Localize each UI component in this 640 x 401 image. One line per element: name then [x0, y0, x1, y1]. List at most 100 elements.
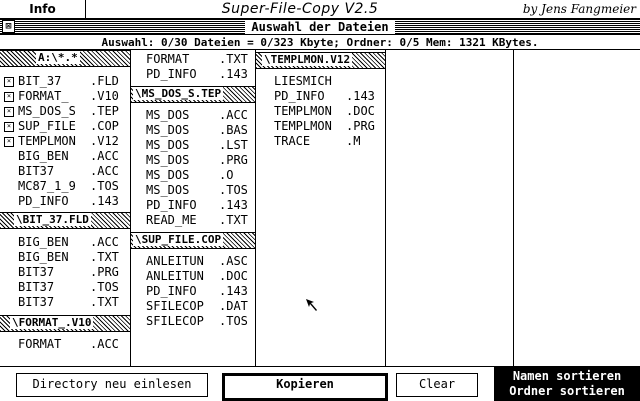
file-item[interactable]: PD_INFO .143: [256, 89, 380, 104]
folder-checkbox-icon[interactable]: ×: [4, 122, 14, 132]
file-extension: .ASC: [219, 254, 248, 268]
folder-item[interactable]: × TEMPLMON .V12: [0, 134, 124, 149]
directory-column-5: [514, 50, 640, 366]
column-header-bit37[interactable]: \BIT_37.FLD: [0, 212, 130, 229]
file-name: BIT37: [18, 295, 55, 309]
column-header-root[interactable]: A:\*.*: [0, 50, 130, 67]
file-extension: .TEP: [90, 104, 119, 118]
file-extension: .143: [90, 194, 119, 208]
file-extension: .ACC: [90, 149, 119, 163]
file-item[interactable]: PD_INFO .143: [131, 67, 255, 82]
file-extension: .ACC: [90, 337, 119, 351]
file-extension: .143: [219, 284, 248, 298]
directory-column-4: [386, 50, 514, 366]
column-header-supfile[interactable]: \SUP_FILE.COP: [131, 232, 255, 249]
file-item[interactable]: ANLEITUN .ASC: [131, 254, 255, 269]
file-item[interactable]: MS_DOS .BAS: [131, 123, 255, 138]
sort-names-option[interactable]: Namen sortieren: [494, 369, 640, 384]
close-icon[interactable]: ⊠: [2, 20, 15, 33]
file-extension: .DAT: [219, 299, 248, 313]
folder-checkbox-icon[interactable]: ×: [4, 77, 14, 87]
file-name: PD_INFO: [18, 194, 69, 208]
copy-button[interactable]: Kopieren: [222, 373, 388, 401]
menu-info[interactable]: Info: [0, 0, 86, 19]
column-header-msdos[interactable]: \MS_DOS_S.TEP: [131, 86, 255, 103]
file-extension: .V10: [90, 89, 119, 103]
file-item[interactable]: PD_INFO .143: [131, 198, 255, 213]
file-extension: .BAS: [219, 123, 248, 137]
folder-checkbox-icon[interactable]: ×: [4, 107, 14, 117]
file-extension: .DOC: [219, 269, 248, 283]
file-item[interactable]: ANLEITUN .DOC: [131, 269, 255, 284]
file-extension: .LST: [219, 138, 248, 152]
file-name: SFILECOP: [146, 299, 204, 313]
file-extension: .143: [219, 67, 248, 81]
file-item[interactable]: MC87_1_9 .TOS: [0, 179, 124, 194]
file-item[interactable]: BIT37 .PRG: [0, 265, 124, 280]
file-item[interactable]: TEMPLMON .PRG: [256, 119, 380, 134]
file-extension: .DOC: [346, 104, 375, 118]
column-header-format[interactable]: \FORMAT_.V10: [0, 315, 130, 332]
file-item[interactable]: BIG_BEN .ACC: [0, 149, 124, 164]
file-name: MS_DOS: [146, 123, 190, 137]
column-header-label: A:\*.*: [36, 51, 80, 64]
file-extension: .TOS: [219, 183, 248, 197]
file-item[interactable]: SFILECOP .TOS: [131, 314, 255, 329]
file-extension: .O: [219, 168, 234, 182]
file-name: FORMAT: [146, 52, 190, 66]
file-name: TRACE: [274, 134, 311, 148]
folder-item[interactable]: × FORMAT_ .V10: [0, 89, 124, 104]
file-name: BIT37: [18, 164, 55, 178]
file-extension: .TOS: [90, 179, 119, 193]
file-item[interactable]: FORMAT .ACC: [0, 337, 124, 352]
app-title: Super-File-Copy V2.5: [221, 1, 379, 17]
reload-directory-button[interactable]: Directory neu einlesen: [16, 373, 208, 397]
file-item[interactable]: PD_INFO .143: [131, 284, 255, 299]
folder-checkbox-icon[interactable]: ×: [4, 92, 14, 102]
directory-column-3: \TEMPLMON.V12 LIESMICH PD_INFO .143 TEMPLMO…: [256, 50, 386, 366]
file-item[interactable]: PD_INFO .143: [0, 194, 124, 209]
folder-item[interactable]: × SUP_FILE .COP: [0, 119, 124, 134]
file-item[interactable]: MS_DOS .LST: [131, 138, 255, 153]
file-name: MC87_1_9: [18, 179, 76, 193]
file-item[interactable]: LIESMICH: [256, 74, 380, 89]
file-item[interactable]: BIT37 .TOS: [0, 280, 124, 295]
file-name: MS_DOS_S: [18, 104, 76, 118]
column-header-templmon[interactable]: \TEMPLMON.V12: [256, 52, 385, 69]
file-name: PD_INFO: [146, 284, 197, 298]
file-item[interactable]: BIT37 .TXT: [0, 295, 124, 310]
file-item[interactable]: MS_DOS .PRG: [131, 153, 255, 168]
file-item[interactable]: BIG_BEN .ACC: [0, 235, 124, 250]
file-name: TEMPLMON: [274, 104, 332, 118]
folder-item[interactable]: × BIT_37 .FLD: [0, 74, 124, 89]
file-name: BIT_37: [18, 74, 62, 88]
file-name: BIG_BEN: [18, 149, 69, 163]
file-name: ANLEITUN: [146, 254, 204, 268]
menu-bar: Info Super-File-Copy V2.5 by Jens Fangme…: [0, 0, 640, 19]
folder-checkbox-icon[interactable]: ×: [4, 137, 14, 147]
file-item[interactable]: TEMPLMON .DOC: [256, 104, 380, 119]
file-item[interactable]: TRACE .M: [256, 134, 380, 149]
file-item[interactable]: MS_DOS .TOS: [131, 183, 255, 198]
file-item[interactable]: MS_DOS .O: [131, 168, 255, 183]
file-item[interactable]: READ_ME .TXT: [131, 213, 255, 228]
file-extension: .143: [346, 89, 375, 103]
file-extension: .V12: [90, 134, 119, 148]
file-item[interactable]: FORMAT .TXT: [131, 52, 255, 67]
file-extension: .PRG: [346, 119, 375, 133]
file-item[interactable]: BIG_BEN .TXT: [0, 250, 124, 265]
window-title-bar[interactable]: ⊠ Auswahl der Dateien: [0, 19, 640, 35]
clear-button[interactable]: Clear: [396, 373, 478, 397]
sort-folders-option[interactable]: Ordner sortieren: [494, 384, 640, 399]
column-header-label: \MS_DOS_S.TEP: [133, 87, 224, 100]
file-name: FORMAT_: [18, 89, 69, 103]
file-item[interactable]: MS_DOS .ACC: [131, 108, 255, 123]
file-item[interactable]: SFILECOP .DAT: [131, 299, 255, 314]
file-name: SFILECOP: [146, 314, 204, 328]
file-extension: .143: [219, 198, 248, 212]
file-extension: .ACC: [90, 235, 119, 249]
folder-item[interactable]: × MS_DOS_S .TEP: [0, 104, 124, 119]
file-name: MS_DOS: [146, 138, 190, 152]
file-item[interactable]: BIT37 .ACC: [0, 164, 124, 179]
file-name: MS_DOS: [146, 168, 190, 182]
